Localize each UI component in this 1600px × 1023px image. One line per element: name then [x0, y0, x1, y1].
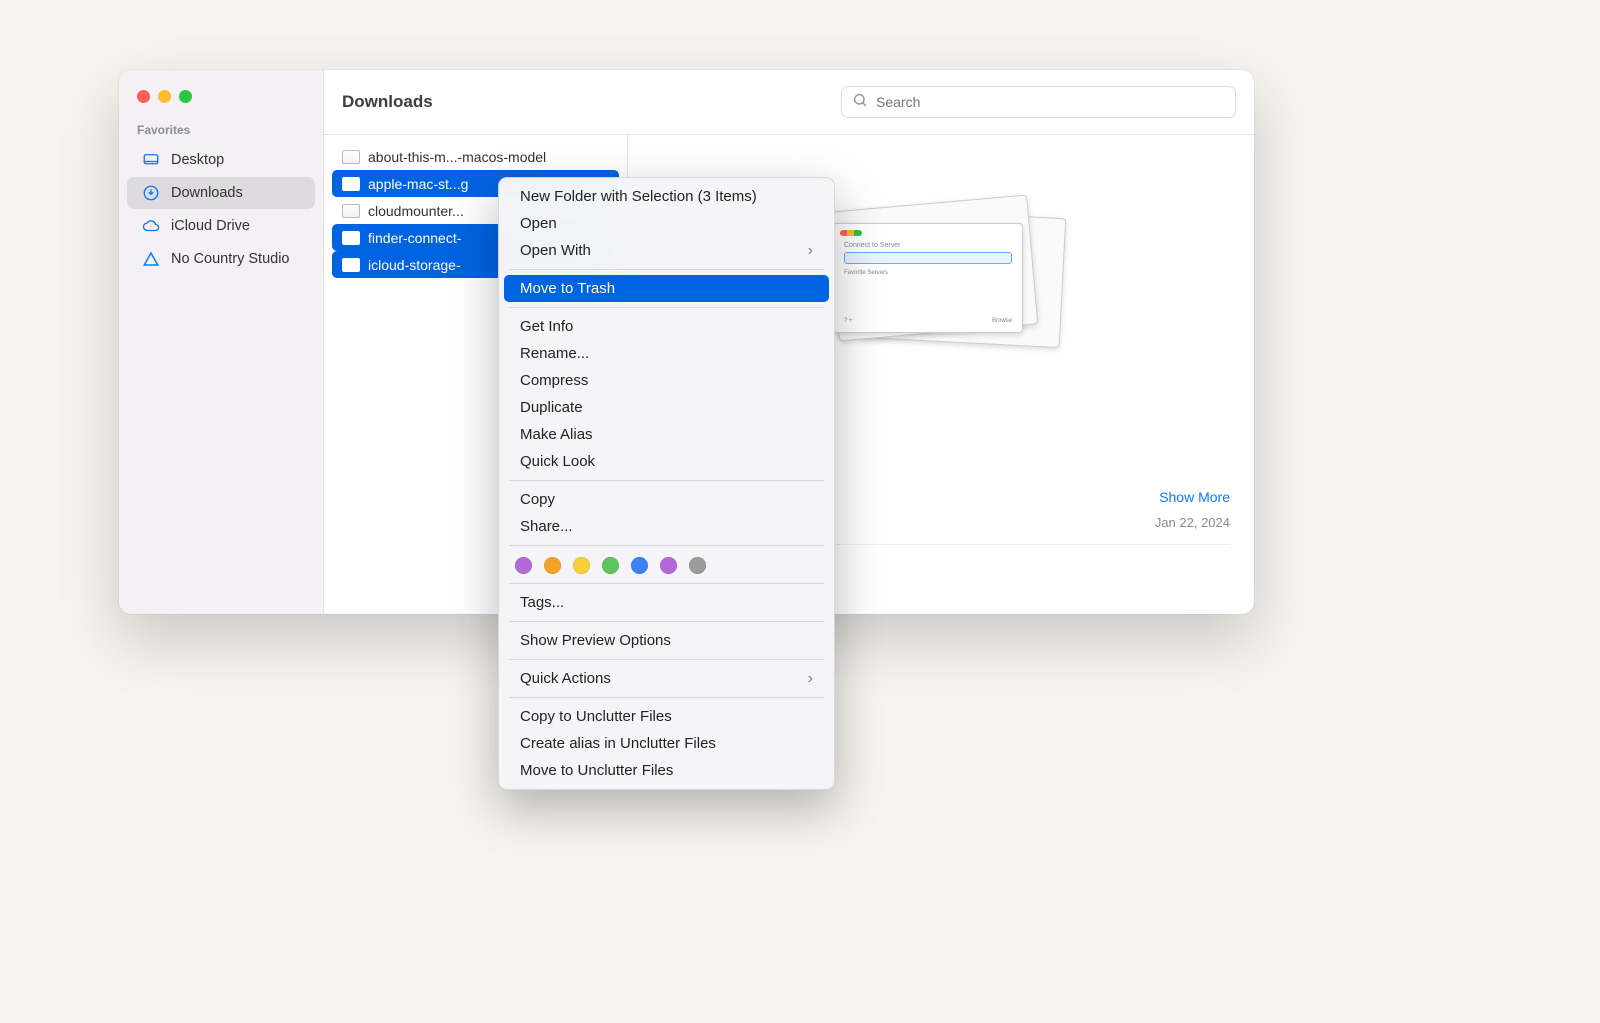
menu-item-label: Share... — [520, 518, 573, 535]
search-icon — [852, 92, 868, 113]
menu-item-label: Copy to Unclutter Files — [520, 708, 672, 725]
tag-color-dot[interactable] — [544, 557, 561, 574]
menu-item-duplicate[interactable]: Duplicate — [504, 394, 829, 421]
image-file-icon — [342, 204, 360, 218]
menu-item-rename[interactable]: Rename... — [504, 340, 829, 367]
sidebar-item-icloud-drive[interactable]: iCloud Drive — [127, 210, 315, 242]
menu-separator — [509, 269, 824, 270]
image-file-icon — [342, 177, 360, 191]
menu-item-label: Move to Unclutter Files — [520, 762, 673, 779]
sidebar-item-label: Downloads — [171, 185, 243, 201]
tag-color-dot[interactable] — [573, 557, 590, 574]
menu-item-label: Create alias in Unclutter Files — [520, 735, 716, 752]
show-more-link[interactable]: Show More — [1159, 489, 1230, 505]
context-menu: New Folder with Selection (3 Items) Open O… — [498, 177, 835, 790]
menu-item-label: Show Preview Options — [520, 632, 671, 649]
menu-item-label: Quick Actions — [520, 670, 611, 687]
chevron-right-icon: › — [808, 242, 813, 260]
menu-item-get-info[interactable]: Get Info — [504, 313, 829, 340]
cloud-icon — [141, 216, 161, 236]
menu-item-tags[interactable]: Tags... — [504, 589, 829, 616]
page-title: Downloads — [342, 92, 433, 112]
menu-item-copy[interactable]: Copy — [504, 486, 829, 513]
preview-thumbnail-stack: Connect to Server Favorite Servers ? +Br… — [823, 193, 1063, 363]
image-file-icon — [342, 150, 360, 164]
menu-separator — [509, 545, 824, 546]
menu-item-share[interactable]: Share... — [504, 513, 829, 540]
drive-triangle-icon — [141, 249, 161, 269]
menu-item-label: Rename... — [520, 345, 589, 362]
sidebar-item-label: Desktop — [171, 152, 224, 168]
close-window-button[interactable] — [137, 90, 150, 103]
tag-color-dot[interactable] — [689, 557, 706, 574]
menu-item-move-to-trash[interactable]: Move to Trash — [504, 275, 829, 302]
tag-color-dot[interactable] — [515, 557, 532, 574]
minimize-window-button[interactable] — [158, 90, 171, 103]
menu-item-compress[interactable]: Compress — [504, 367, 829, 394]
menu-separator — [509, 659, 824, 660]
menu-item-label: Make Alias — [520, 426, 593, 443]
menu-item-move-to-unclutter-files[interactable]: Move to Unclutter Files — [504, 757, 829, 784]
tag-color-dot[interactable] — [660, 557, 677, 574]
chevron-right-icon: › — [808, 670, 813, 688]
menu-item-quick-look[interactable]: Quick Look — [504, 448, 829, 475]
menu-item-label: Duplicate — [520, 399, 583, 416]
menu-item-label: New Folder with Selection (3 Items) — [520, 188, 757, 205]
menu-item-quick-actions[interactable]: Quick Actions › — [504, 665, 829, 692]
menu-item-label: Copy — [520, 491, 555, 508]
menu-item-label: Quick Look — [520, 453, 595, 470]
menu-item-label: Open With — [520, 242, 591, 259]
menu-separator — [509, 480, 824, 481]
toolbar: Downloads — [324, 70, 1254, 135]
sidebar-item-label: iCloud Drive — [171, 218, 250, 234]
menu-item-open[interactable]: Open — [504, 210, 829, 237]
search-input[interactable] — [876, 94, 1225, 110]
sidebar-item-downloads[interactable]: Downloads — [127, 177, 315, 209]
tag-color-row — [499, 551, 834, 578]
zoom-window-button[interactable] — [179, 90, 192, 103]
sidebar: Favorites Desktop Downloads iCloud Drive No… — [119, 70, 324, 614]
menu-separator — [509, 307, 824, 308]
image-file-icon — [342, 258, 360, 272]
tag-color-dot[interactable] — [631, 557, 648, 574]
menu-item-label: Tags... — [520, 594, 564, 611]
menu-separator — [509, 583, 824, 584]
file-name: about-this-m...-macos-model — [368, 149, 546, 165]
sidebar-item-desktop[interactable]: Desktop — [127, 144, 315, 176]
search-field[interactable] — [841, 86, 1236, 118]
menu-item-make-alias[interactable]: Make Alias — [504, 421, 829, 448]
file-name: icloud-storage- — [368, 257, 461, 273]
menu-item-label: Open — [520, 215, 557, 232]
menu-item-label: Move to Trash — [520, 280, 615, 297]
file-name: cloudmounter... — [368, 203, 464, 219]
tag-color-dot[interactable] — [602, 557, 619, 574]
menu-separator — [509, 621, 824, 622]
sidebar-section-label: Favorites — [119, 123, 323, 143]
window-controls — [119, 86, 323, 123]
menu-item-show-preview-options[interactable]: Show Preview Options — [504, 627, 829, 654]
menu-item-copy-to-unclutter-files[interactable]: Copy to Unclutter Files — [504, 703, 829, 730]
file-row[interactable]: about-this-m...-macos-model — [332, 143, 619, 170]
file-name: finder-connect- — [368, 230, 461, 246]
sidebar-item-label: No Country Studio — [171, 251, 289, 267]
menu-item-label: Get Info — [520, 318, 573, 335]
image-file-icon — [342, 231, 360, 245]
menu-item-create-alias-in-unclutter-files[interactable]: Create alias in Unclutter Files — [504, 730, 829, 757]
download-icon — [141, 183, 161, 203]
menu-item-label: Compress — [520, 372, 588, 389]
menu-item-new-folder-with-selection-3-items[interactable]: New Folder with Selection (3 Items) — [504, 183, 829, 210]
file-name: apple-mac-st...g — [368, 176, 468, 192]
menu-separator — [509, 697, 824, 698]
preview-date: Jan 22, 2024 — [1155, 515, 1230, 530]
sidebar-item-no-country-studio[interactable]: No Country Studio — [127, 243, 315, 275]
desktop-icon — [141, 150, 161, 170]
menu-item-open-with[interactable]: Open With › — [504, 237, 829, 264]
